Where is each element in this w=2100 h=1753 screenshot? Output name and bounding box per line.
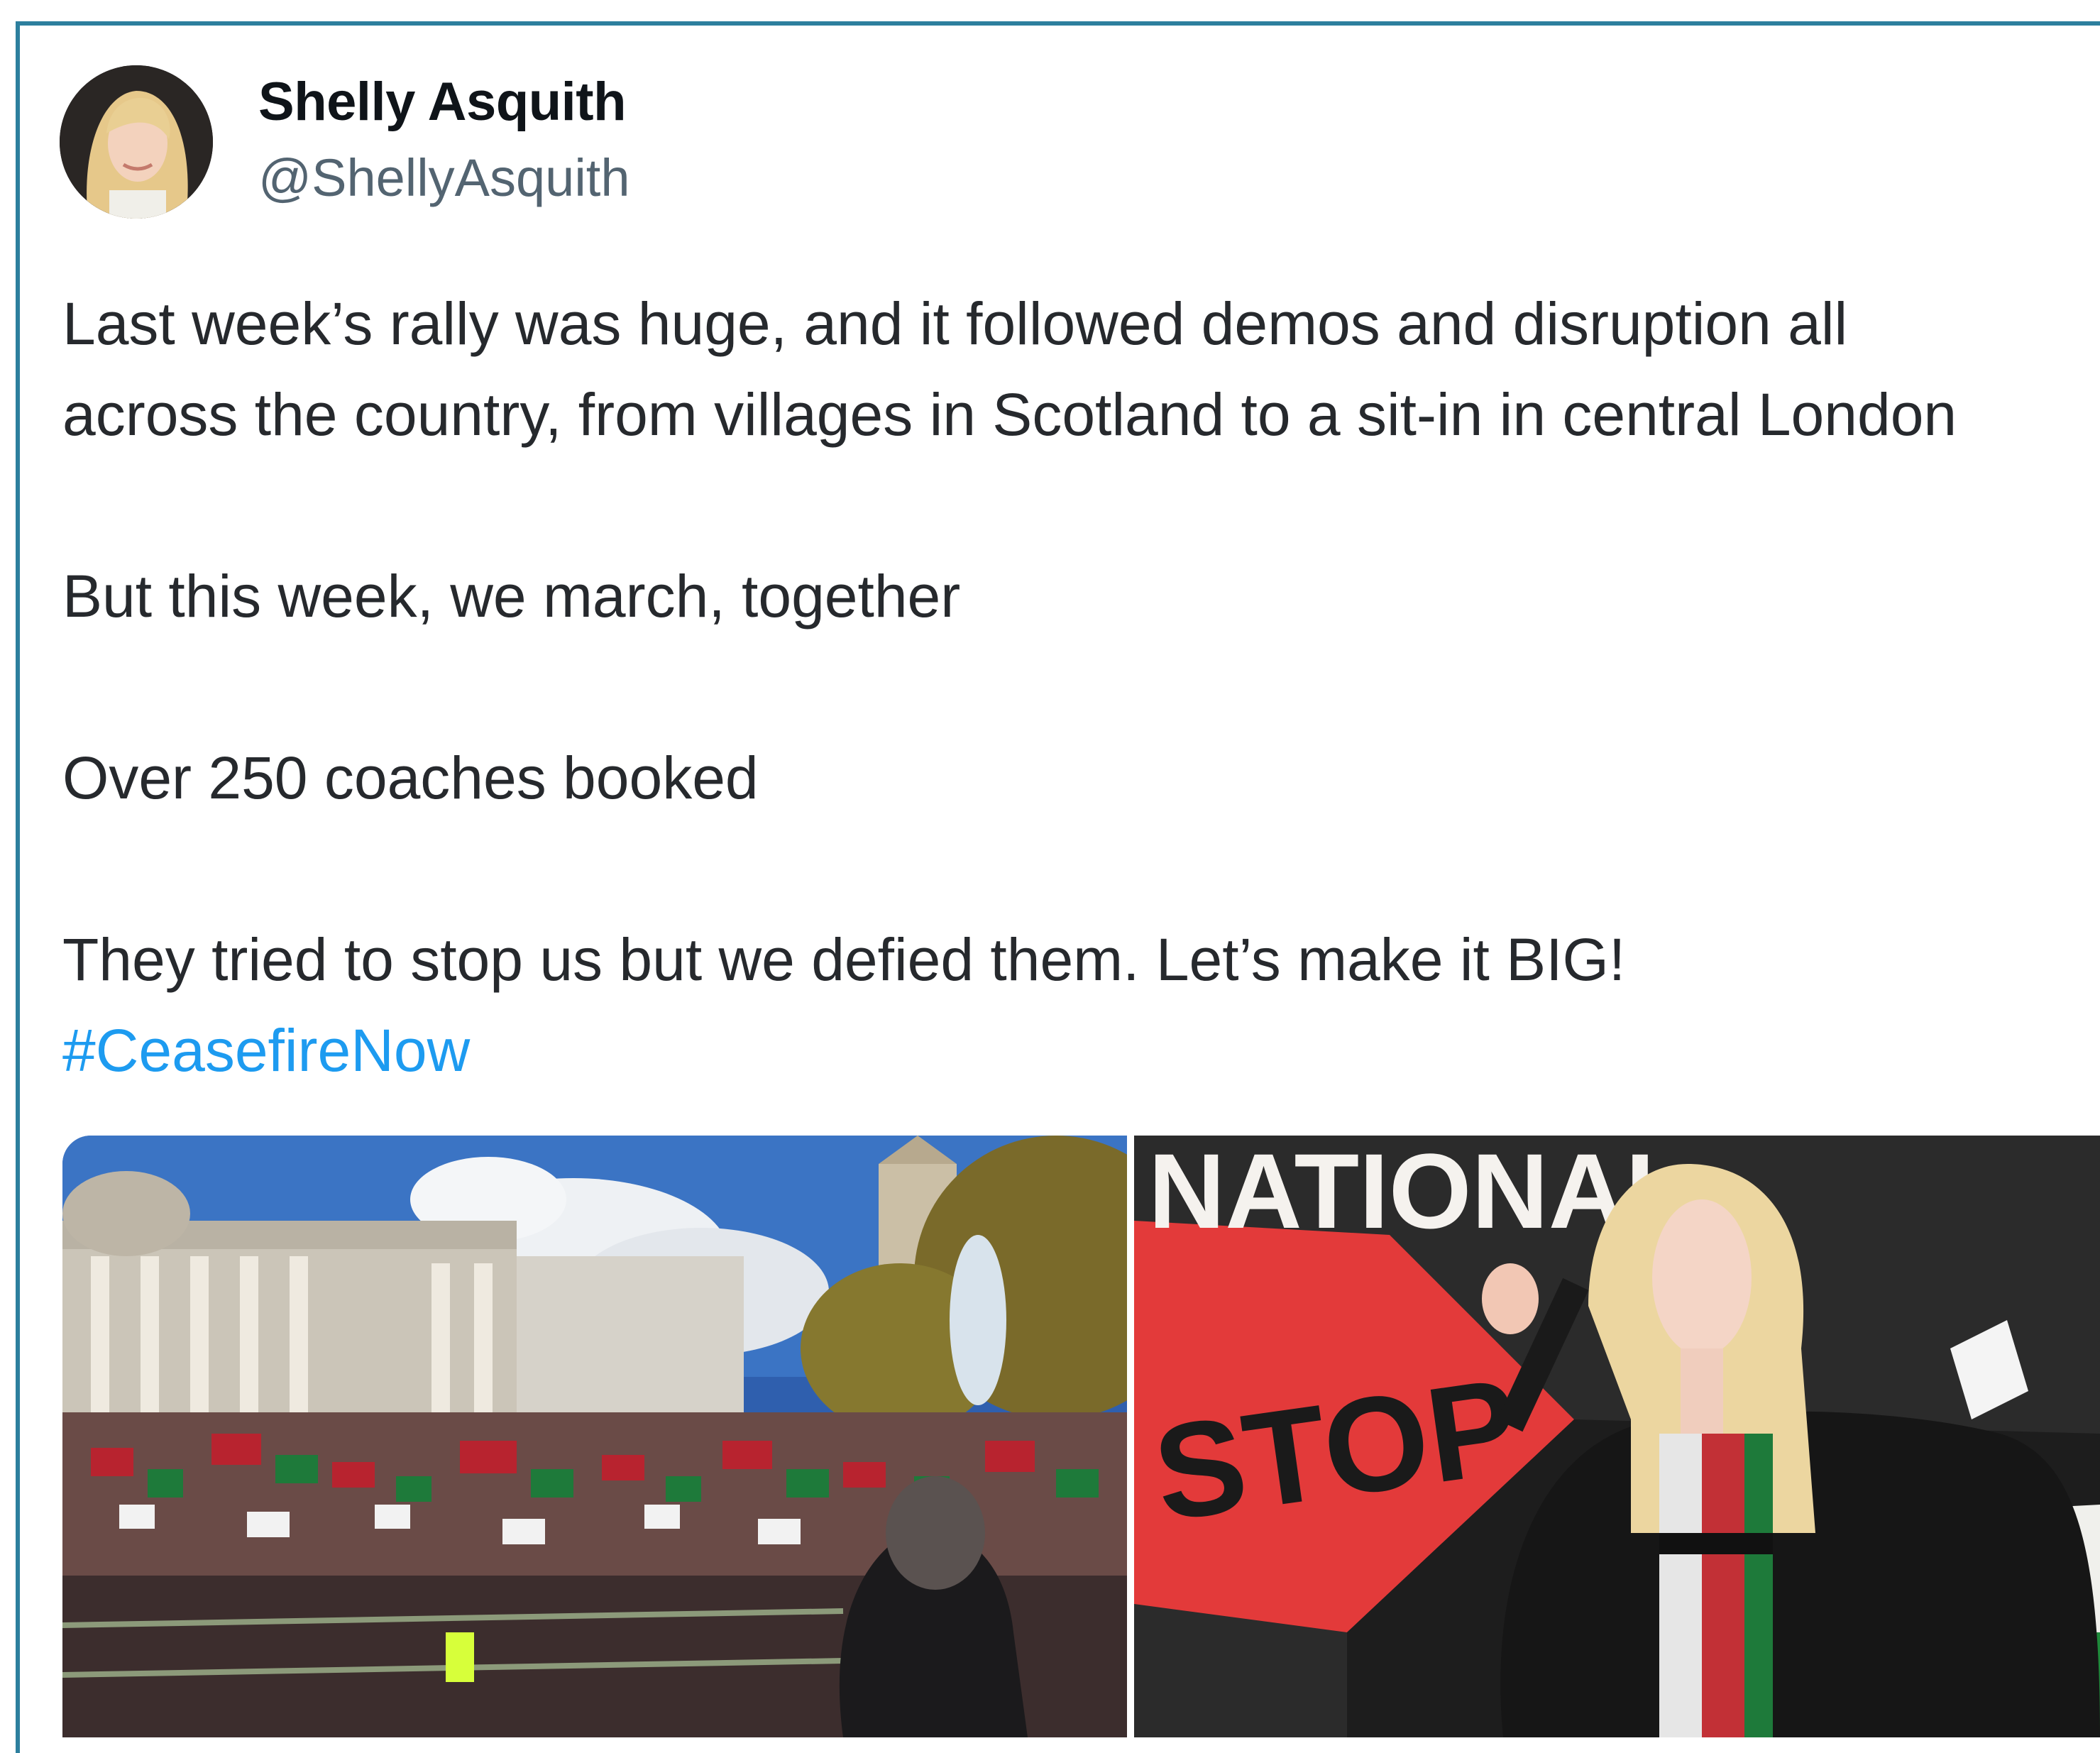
avatar-image: [60, 65, 213, 219]
speaker-image: NATIONAL STOP: [1134, 1136, 2100, 1737]
tweet-line: But this week, we march, together: [62, 563, 961, 630]
author-handle[interactable]: @ShellyAsquith: [258, 148, 630, 208]
media-grid: NATIONAL STOP: [62, 1136, 2100, 1737]
tweet-line: Last week’s rally was huge, and it follo…: [62, 290, 1848, 357]
speaker-photo[interactable]: NATIONAL STOP: [1134, 1136, 2100, 1737]
rally-crowd-image: [62, 1136, 1127, 1737]
tweet-line: Over 250 coaches booked: [62, 744, 759, 811]
tweet-body: Last week’s rally was huge, and it follo…: [62, 278, 2100, 1096]
tweet-line: across the country, from villages in Sco…: [62, 381, 1957, 448]
tweet-line: They tried to stop us but we defied them…: [62, 926, 1626, 993]
author-display-name[interactable]: Shelly Asquith: [258, 71, 627, 133]
avatar[interactable]: [60, 65, 213, 219]
rally-crowd-photo[interactable]: [62, 1136, 1127, 1737]
hashtag-link[interactable]: #CeasefireNow: [62, 1005, 2100, 1096]
